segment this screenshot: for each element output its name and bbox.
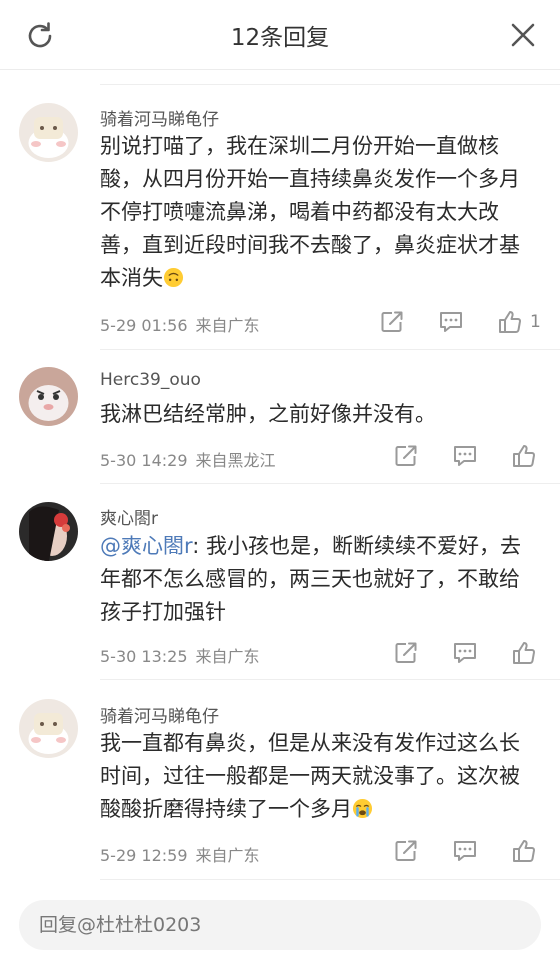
username[interactable]: 爽心閤r xyxy=(100,504,158,529)
like-icon[interactable] xyxy=(496,308,524,336)
comment-meta: 5-30 14:29 来自黑龙江 xyxy=(100,447,276,471)
comment-text: 别说打喵了，我在深圳二月份开始一直做核酸，从四月份开始一直持续鼻炎发作一个多月不… xyxy=(100,130,530,295)
comment-time: 5-30 13:25 xyxy=(100,647,188,666)
close-icon[interactable] xyxy=(508,20,538,50)
avatar[interactable] xyxy=(19,103,78,162)
divider xyxy=(100,349,560,350)
comment-icon[interactable] xyxy=(451,639,479,667)
like-icon[interactable] xyxy=(510,442,538,470)
footer: 回复@杜杜杜0203 xyxy=(0,882,560,960)
divider xyxy=(100,483,560,484)
comment-location: 来自广东 xyxy=(195,647,260,666)
comment-time: 5-29 01:56 xyxy=(100,316,188,335)
share-icon[interactable] xyxy=(392,442,420,470)
comment-location: 来自黑龙江 xyxy=(195,451,276,470)
comment-text-content: 我一直都有鼻炎，但是从来没有发作过这么长时间，过往一般都是一两天就没事了。这次被… xyxy=(100,731,520,821)
comment-time: 5-30 14:29 xyxy=(100,451,188,470)
comment-icon[interactable] xyxy=(451,837,479,865)
mention-link[interactable]: @爽心閤r xyxy=(100,534,192,558)
share-icon[interactable] xyxy=(378,308,406,336)
comment-location: 来自广东 xyxy=(195,316,260,335)
comment-icon[interactable] xyxy=(437,308,465,336)
share-icon[interactable] xyxy=(392,639,420,667)
upside-down-face-emoji-icon xyxy=(163,267,184,288)
comment-time: 5-29 12:59 xyxy=(100,846,188,865)
reply-list[interactable]: 骑着河马睇龟仔 别说打喵了，我在深圳二月份开始一直做核酸，从四月份开始一直持续鼻… xyxy=(0,70,560,882)
like-count: 1 xyxy=(530,312,541,332)
comment-meta: 5-29 12:59 来自广东 xyxy=(100,842,260,866)
avatar[interactable] xyxy=(19,502,78,561)
divider xyxy=(100,84,560,85)
avatar[interactable] xyxy=(19,699,78,758)
header: 12条回复 xyxy=(0,0,560,70)
divider xyxy=(100,879,560,880)
username[interactable]: 骑着河马睇龟仔 xyxy=(100,105,219,130)
comment-icon[interactable] xyxy=(451,442,479,470)
comment-text: 我一直都有鼻炎，但是从来没有发作过这么长时间，过往一般都是一两天就没事了。这次被… xyxy=(100,727,530,826)
username[interactable]: Herc39_ouo xyxy=(100,370,201,390)
comment-meta: 5-29 01:56 来自广东 xyxy=(100,312,260,336)
share-icon[interactable] xyxy=(392,837,420,865)
comment-text: 我淋巴结经常肿，之前好像并没有。 xyxy=(100,402,436,426)
username[interactable]: 骑着河马睇龟仔 xyxy=(100,702,219,727)
like-icon[interactable] xyxy=(510,639,538,667)
reply-input[interactable]: 回复@杜杜杜0203 xyxy=(19,900,541,950)
comment-meta: 5-30 13:25 来自广东 xyxy=(100,643,260,667)
avatar[interactable] xyxy=(19,367,78,426)
divider xyxy=(100,679,560,680)
comment-location: 来自广东 xyxy=(195,846,260,865)
comment-text: @爽心閤r: 我小孩也是，断断续续不爱好，去年都不怎么感冒的，两三天也就好了，不… xyxy=(100,530,530,629)
page-title: 12条回复 xyxy=(230,25,330,51)
like-icon[interactable] xyxy=(510,837,538,865)
crying-face-emoji-icon xyxy=(352,798,373,819)
